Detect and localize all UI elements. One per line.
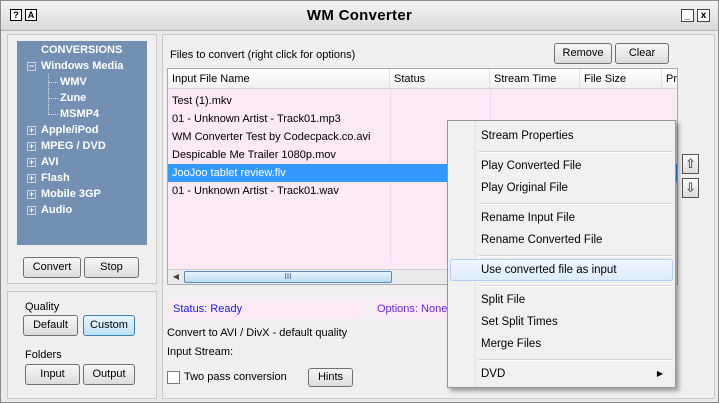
- menu-item-rename-converted[interactable]: Rename Converted File: [450, 229, 673, 251]
- tree-item-flash[interactable]: Flash: [41, 170, 70, 186]
- files-heading: Files to convert (right click for option…: [170, 49, 356, 61]
- column-header-stream-time[interactable]: Stream Time: [490, 69, 580, 89]
- tree-item-avi[interactable]: AVI: [41, 154, 59, 170]
- input-stream-label: Input Stream:: [167, 346, 234, 358]
- file-list-header: Input File Name Status Stream Time File …: [168, 69, 677, 89]
- tree-item-zune[interactable]: Zune: [60, 90, 86, 106]
- file-name-cell: Test (1).mkv: [172, 95, 232, 107]
- menu-separator: [478, 255, 673, 257]
- tree-item-mobile-3gp[interactable]: Mobile 3GP: [41, 186, 101, 202]
- file-name-cell: WM Converter Test by Codecpack.co.avi: [172, 131, 371, 143]
- menu-item-use-converted-as-input[interactable]: Use converted file as input: [450, 259, 673, 281]
- collapse-icon[interactable]: −: [27, 62, 36, 71]
- close-button[interactable]: x: [697, 9, 710, 22]
- expand-icon[interactable]: +: [27, 174, 36, 183]
- expand-icon[interactable]: +: [27, 142, 36, 151]
- custom-quality-button[interactable]: Custom: [83, 315, 135, 336]
- context-menu: Stream Properties Play Converted File Pl…: [447, 120, 676, 388]
- tree-connector: [48, 74, 49, 115]
- clear-button[interactable]: Clear: [615, 43, 669, 64]
- column-header-status[interactable]: Status: [390, 69, 490, 89]
- file-name-cell: JooJoo tablet review.flv: [172, 167, 286, 179]
- move-up-button[interactable]: ⇧: [682, 154, 699, 174]
- app-window: ? A WM Converter _ x CONVERSIONS − Windo…: [0, 0, 719, 403]
- conversion-summary: Convert to AVI / DivX - default quality: [167, 327, 348, 339]
- column-header-file-size[interactable]: File Size: [580, 69, 662, 89]
- tree-item-wmv[interactable]: WMV: [60, 74, 87, 90]
- move-down-button[interactable]: ⇩: [682, 178, 699, 198]
- menu-item-rename-input[interactable]: Rename Input File: [450, 207, 673, 229]
- input-folder-button[interactable]: Input: [25, 364, 80, 385]
- conversions-tree: CONVERSIONS − Windows Media WMV Zune MSM…: [17, 41, 147, 245]
- file-name-cell: 01 - Unknown Artist - Track01.wav: [172, 185, 339, 197]
- tree-item-msmp4[interactable]: MSMP4: [60, 106, 99, 122]
- quality-label: Quality: [25, 301, 60, 313]
- menu-item-split-file[interactable]: Split File: [450, 289, 673, 311]
- file-name-cell: 01 - Unknown Artist - Track01.mp3: [172, 113, 341, 125]
- window-title: WM Converter: [306, 7, 413, 24]
- expand-icon[interactable]: +: [27, 206, 36, 215]
- tree-item-mpeg-dvd[interactable]: MPEG / DVD: [41, 138, 106, 154]
- column-header-progress[interactable]: Pr: [662, 69, 677, 89]
- tree-item-audio[interactable]: Audio: [41, 202, 72, 218]
- stop-button[interactable]: Stop: [84, 257, 139, 278]
- remove-button[interactable]: Remove: [554, 43, 612, 64]
- column-header-input-file-name[interactable]: Input File Name: [168, 69, 390, 89]
- status-text: Status: Ready: [167, 299, 365, 319]
- output-folder-button[interactable]: Output: [83, 364, 135, 385]
- tree-root-label: CONVERSIONS: [41, 44, 123, 56]
- tree-connector: [48, 98, 58, 99]
- two-pass-label[interactable]: Two pass conversion: [184, 371, 287, 383]
- menu-item-stream-properties[interactable]: Stream Properties: [450, 125, 673, 147]
- expand-icon[interactable]: +: [27, 126, 36, 135]
- menu-item-play-original[interactable]: Play Original File: [450, 177, 673, 199]
- options-text: Options: None: [371, 299, 447, 319]
- tree-connector: [48, 82, 58, 83]
- convert-button[interactable]: Convert: [23, 257, 81, 278]
- menu-separator: [478, 203, 673, 205]
- two-pass-checkbox[interactable]: [167, 371, 180, 384]
- scrollbar-thumb[interactable]: III: [184, 271, 392, 283]
- folders-label: Folders: [25, 349, 62, 361]
- expand-icon[interactable]: +: [27, 190, 36, 199]
- submenu-arrow-icon: ▶: [656, 369, 663, 378]
- file-name-cell: Despicable Me Trailer 1080p.mov: [172, 149, 336, 161]
- menu-item-dvd[interactable]: DVD ▶: [450, 363, 673, 385]
- minimize-button[interactable]: _: [681, 9, 694, 22]
- title-bar: ? A WM Converter _ x: [1, 1, 718, 31]
- menu-item-merge-files[interactable]: Merge Files: [450, 333, 673, 355]
- menu-separator: [478, 285, 673, 287]
- menu-item-dvd-label: DVD: [481, 368, 506, 380]
- menu-separator: [478, 359, 673, 361]
- menu-item-play-converted[interactable]: Play Converted File: [450, 155, 673, 177]
- tree-item-apple-ipod[interactable]: Apple/iPod: [41, 122, 98, 138]
- default-quality-button[interactable]: Default: [23, 315, 78, 336]
- menu-separator: [478, 151, 673, 153]
- menu-item-set-split-times[interactable]: Set Split Times: [450, 311, 673, 333]
- tree-item-windows-media[interactable]: Windows Media: [41, 58, 123, 74]
- expand-icon[interactable]: +: [27, 158, 36, 167]
- table-row[interactable]: Test (1).mkv: [168, 92, 677, 110]
- scroll-left-icon[interactable]: ◀: [169, 271, 183, 283]
- hints-button[interactable]: Hints: [308, 368, 353, 387]
- tree-connector: [48, 114, 58, 115]
